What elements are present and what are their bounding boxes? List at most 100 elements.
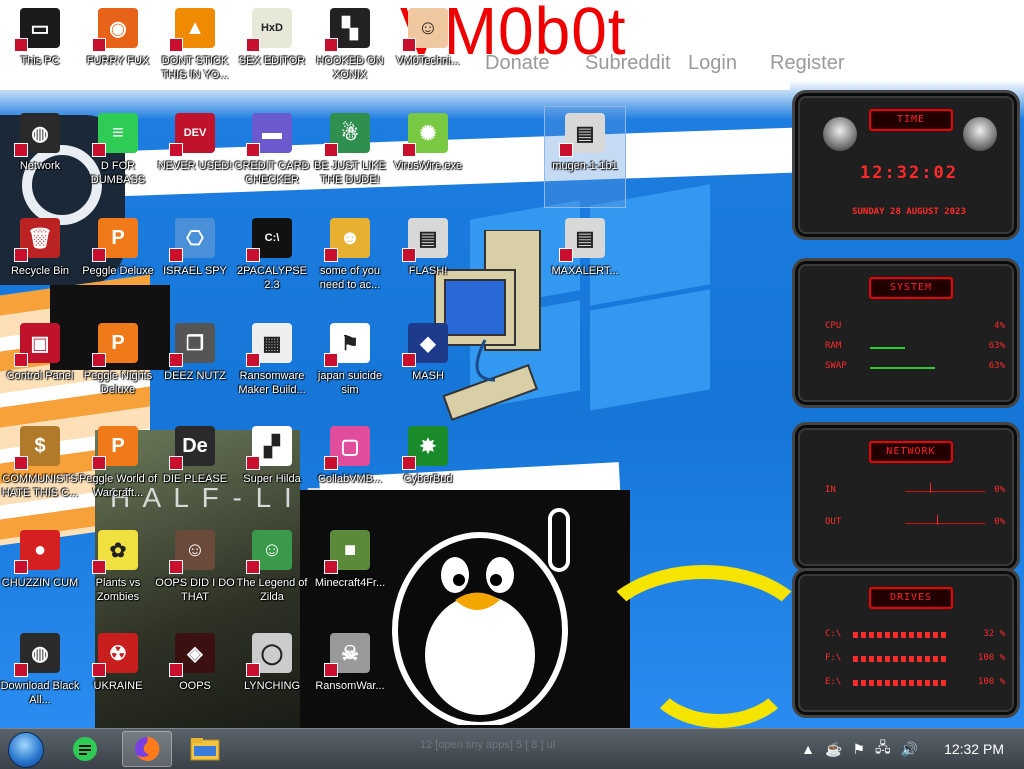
ram-bar <box>870 347 905 349</box>
desktop-icon-label: Peggle Nights Deluxe <box>83 370 153 396</box>
shortcut-arrow-icon <box>92 38 106 52</box>
desktop-icon-legend-of-zilda[interactable]: ☺ The Legend of Zilda <box>232 524 312 624</box>
money-bag-icon: $ <box>14 426 60 470</box>
shortcut-arrow-icon <box>92 353 106 367</box>
desktop-icon-be-just-like[interactable]: ☃ BE JUST LIKE THE DUDE! <box>310 107 390 207</box>
desktop-icon-collabvm[interactable]: ▢ CollabVMB... <box>310 420 390 520</box>
desktop-icon-die-please[interactable]: De DIE PLEASE <box>155 420 235 520</box>
desktop-icon-maxalert[interactable]: ▤ MAXALERT... <box>545 212 625 312</box>
start-button[interactable] <box>8 732 44 768</box>
desktop-icon-deez-nutz[interactable]: ❐ DEEZ NUTZ <box>155 317 235 417</box>
desktop-icon-recycle-bin[interactable]: 🗑 Recycle Bin <box>0 212 80 312</box>
desktop-icon-super-hilda[interactable]: ▞ Super Hilda <box>232 420 312 520</box>
network-status-icon[interactable]: 🖧 <box>875 737 891 761</box>
desktop-icon-label: D FOR DUMBASS <box>90 160 146 186</box>
desktop-icon-some-of-you[interactable]: ☻ some of you need to ac... <box>310 212 390 312</box>
desktop-icon-flash[interactable]: ▤ FLASH! <box>388 212 468 312</box>
desktop-icon-peggle-world[interactable]: P Peggle World of Warcraft... <box>78 420 158 520</box>
shortcut-arrow-icon <box>169 248 183 262</box>
desktop-icon-israel-spy[interactable]: ⎔ ISRAEL SPY <box>155 212 235 312</box>
desktop-icon-mash[interactable]: ◆ MASH <box>388 317 468 417</box>
desktop-icon-label: ISRAEL SPY <box>163 265 227 277</box>
desktop-icon-japan-suicide[interactable]: ⚑ japan suicide sim <box>310 317 390 417</box>
desktop-icon-lynching[interactable]: ◯ LYNCHING <box>232 627 312 727</box>
xonix-icon: ▚ <box>324 8 370 52</box>
flower-icon: ✿ <box>92 530 138 574</box>
drive-row-label: F:\ <box>825 653 842 663</box>
network-out-graph <box>905 523 985 524</box>
shortcut-arrow-icon <box>246 456 260 470</box>
desktop-icon-2pacalypse[interactable]: C:\ 2PACALYPSE 2.3 <box>232 212 312 312</box>
desktop-icon-peggle-nights[interactable]: P Peggle Nights Deluxe <box>78 317 158 417</box>
desktop-icon-ransomware-maker[interactable]: ▦ Ransomware Maker Build... <box>232 317 312 417</box>
peggle-icon: P <box>92 218 138 262</box>
taskbar-file-explorer-button[interactable] <box>180 731 230 767</box>
desktop-icon-never-used[interactable]: DEV NEVER USED! <box>155 107 235 207</box>
computer-icon: ▭ <box>14 8 60 52</box>
tray-chevron-icon[interactable]: ▲ <box>801 741 815 757</box>
desktop-icon-chuzzin[interactable]: ● CHUZZIN CUM <box>0 524 80 624</box>
desktop-icon-credit-card-checker[interactable]: ▬ CREDIT CARD CHECKER <box>232 107 312 207</box>
japan-icon: ⚑ <box>324 323 370 367</box>
alien-orb-icon: ◍ <box>14 113 60 157</box>
desktop-icon-d-for-dumbass[interactable]: ≡ D FOR DUMBASS <box>78 107 158 207</box>
desktop-icon-sex-editor[interactable]: HxD SEX EDITOR <box>232 2 312 102</box>
desktop-icon-label: Peggle World of Warcraft... <box>78 473 158 499</box>
desktop-icon-dont-stick[interactable]: ▲ DONT STICK THIS IN YO... <box>155 2 235 102</box>
system-monitor-gadget[interactable]: TIME 12:32:02 SUNDAY 28 AUGUST 2023 SYST… <box>792 90 1020 722</box>
shortcut-arrow-icon <box>246 38 260 52</box>
desktop-icon-viruswire[interactable]: ✺ VirusWire.exe <box>388 107 468 207</box>
desktop-icon-label: LYNCHING <box>243 680 301 692</box>
network-in-graph <box>905 491 985 492</box>
shortcut-arrow-icon <box>402 456 416 470</box>
desktop-icon-minecraft4free[interactable]: ■ Minecraft4Fr... <box>310 524 390 624</box>
system-row-cpu: CPU 4% <box>825 321 1005 335</box>
taskbar-firefox-button[interactable] <box>122 731 172 767</box>
flag-icon[interactable]: ⚑ <box>852 741 865 758</box>
desktop-icon-this-pc[interactable]: ▭ This PC <box>0 2 80 102</box>
drives-panel: DRIVES C:\ 32 % F:\ 100 % E:\ 100 % <box>792 568 1020 718</box>
taskbar-clock[interactable]: 12:32 PM <box>944 741 1004 757</box>
desktop-icon-communists[interactable]: $ COMMUNISTS HATE THIS C... <box>0 420 80 520</box>
shortcut-arrow-icon <box>14 560 28 574</box>
wallpaper-nav-login: Login <box>688 52 737 74</box>
desktop-icon-oops[interactable]: ◈ OOPS <box>155 627 235 727</box>
desktop-icon-control-panel[interactable]: ▣ Control Panel <box>0 317 80 417</box>
taskbar-faded-text: 12 [open tiny apps] 5 [ 8 ] ul <box>420 739 556 751</box>
desktop-icon-oops-did-i[interactable]: ☺ OOPS DID I DO THAT <box>155 524 235 624</box>
desktop-icon-label: COMMUNISTS HATE THIS C... <box>1 473 79 499</box>
shortcut-arrow-icon <box>402 353 416 367</box>
desktop-icon-ransomware[interactable]: ☠ RansomWar... <box>310 627 390 727</box>
desktop-icon-label: Download Black All... <box>0 680 80 706</box>
desktop-icon-label: DEEZ NUTZ <box>164 370 226 382</box>
shortcut-arrow-icon <box>92 663 106 677</box>
desktop-icon-label: DONT STICK THIS IN YO... <box>161 55 229 81</box>
desktop-icon-network[interactable]: ◍ Network <box>0 107 80 207</box>
java-icon[interactable]: ☕ <box>825 741 842 758</box>
desktop-icon-cyberbud[interactable]: ✸ CyberBud <box>388 420 468 520</box>
volume-icon[interactable]: 🔊 <box>901 741 918 758</box>
desktop-icon-vm0technician[interactable]: ☺ VM0Techni... <box>388 2 468 102</box>
shortcut-arrow-icon <box>324 143 338 157</box>
desktop-icon-download-black[interactable]: ◍ Download Black All... <box>0 627 80 727</box>
chat-bubble-icon <box>73 737 97 761</box>
grass-block-icon: ■ <box>324 530 370 574</box>
firefox-icon: ◉ <box>92 8 138 52</box>
app-window-icon: ▦ <box>246 323 292 367</box>
chuzzle-icon: ● <box>14 530 60 574</box>
gadget-clock: 12:32:02 <box>860 163 958 183</box>
network-panel: NETWORK IN 0% OUT 0% <box>792 422 1020 572</box>
desktop-icon-furry-fux[interactable]: ◉ FURRY FUX <box>78 2 158 102</box>
desktop-icon-mugen[interactable]: ▤ mugen-1-1b1 <box>544 106 626 208</box>
taskbar-chat-app-button[interactable] <box>60 731 110 767</box>
desktop-icon-label: OOPS <box>179 680 211 692</box>
desktop-icon-plants-vs-zombies[interactable]: ✿ Plants vs Zombies <box>78 524 158 624</box>
shortcut-arrow-icon <box>246 353 260 367</box>
desktop-icon-peggle-deluxe[interactable]: P Peggle Deluxe <box>78 212 158 312</box>
shortcut-arrow-icon <box>246 663 260 677</box>
desktop-icon-hooked-on-xonix[interactable]: ▚ HOOKED ON XONIX <box>310 2 390 102</box>
desktop-icon-ukraine[interactable]: ☢ UKRAINE <box>78 627 158 727</box>
doctor-icon: ☺ <box>402 8 448 52</box>
shortcut-arrow-icon <box>169 663 183 677</box>
dog-icon: ☻ <box>324 218 370 262</box>
